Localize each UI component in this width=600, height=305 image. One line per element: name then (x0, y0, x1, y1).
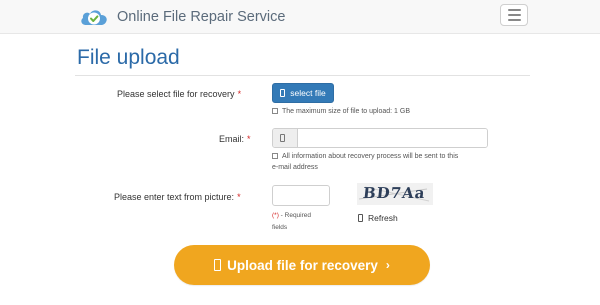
file-icon (280, 134, 285, 142)
email-field[interactable] (298, 129, 487, 147)
email-label: Email: * (219, 134, 251, 144)
file-icon (358, 214, 363, 222)
upload-file-button[interactable]: Upload file for recovery › (174, 245, 430, 285)
brand-title: Online File Repair Service (117, 9, 286, 25)
captcha-image: BD7Aa (357, 183, 433, 205)
select-file-button[interactable]: select file (272, 83, 334, 103)
file-label: Please select file for recovery * (117, 89, 242, 99)
brand[interactable]: Online File Repair Service (79, 6, 285, 28)
captcha-label: Please enter text from picture: * (114, 192, 241, 202)
checkbox-icon (272, 153, 278, 159)
required-fields-note: (*) - Required fields (272, 212, 312, 231)
file-icon (214, 259, 222, 271)
divider (75, 75, 530, 76)
email-hint: All information about recovery process w… (272, 153, 459, 171)
file-size-hint: The maximum size of file to upload: 1 GB (272, 106, 410, 117)
file-icon (280, 89, 286, 97)
navbar: Online File Repair Service (0, 0, 600, 34)
required-marker: * (237, 89, 242, 99)
email-addon (273, 129, 298, 147)
captcha-input[interactable] (272, 185, 330, 206)
page-title: File upload (77, 46, 180, 69)
captcha-text: BD7Aa (362, 184, 427, 202)
checkbox-icon (272, 108, 278, 114)
hamburger-icon[interactable] (500, 4, 528, 26)
cloud-check-icon (81, 10, 107, 25)
chevron-right-icon: › (385, 258, 390, 272)
email-field-group (272, 128, 488, 148)
refresh-link[interactable]: Refresh (358, 213, 398, 223)
